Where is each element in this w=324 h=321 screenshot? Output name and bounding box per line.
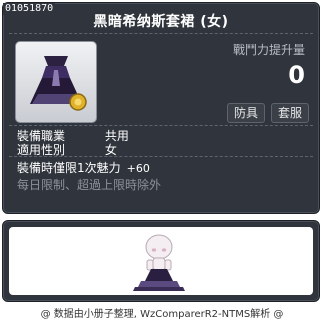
charm-bonus-label: 裝備時僅限1次魅力 bbox=[17, 161, 121, 175]
footer-credit: @ 数据由小册子整理, WzComparerR2-NTMS解析 @ bbox=[40, 309, 284, 320]
power-increase-label: 戰鬥力提升量 bbox=[232, 43, 305, 57]
divider bbox=[9, 125, 313, 126]
power-increase-value: 0 bbox=[288, 61, 305, 89]
item-icon-frame bbox=[15, 41, 97, 123]
dress-item-icon bbox=[30, 56, 87, 111]
info-value: 女 bbox=[104, 143, 117, 157]
item-title: 黑暗希纳斯套裙 (女) bbox=[93, 14, 229, 30]
charm-bonus: 裝備時僅限1次魅力 +60 bbox=[17, 159, 150, 176]
divider bbox=[9, 33, 313, 34]
daily-limit-note: 每日限制、超過上限時除外 bbox=[17, 178, 162, 192]
character-preview-panel bbox=[2, 220, 320, 302]
tag-armor: 防具 bbox=[227, 103, 266, 123]
charm-bonus-value: +60 bbox=[126, 162, 150, 175]
divider bbox=[9, 156, 313, 157]
item-tooltip: 01051870 黑暗希纳斯套裙 (女) 戰鬥力提升量 0 防具 套服 裝備職業… bbox=[2, 2, 320, 214]
tag-outfit: 套服 bbox=[271, 103, 310, 123]
character-preview-icon bbox=[133, 234, 185, 291]
preview-stage bbox=[9, 227, 313, 295]
